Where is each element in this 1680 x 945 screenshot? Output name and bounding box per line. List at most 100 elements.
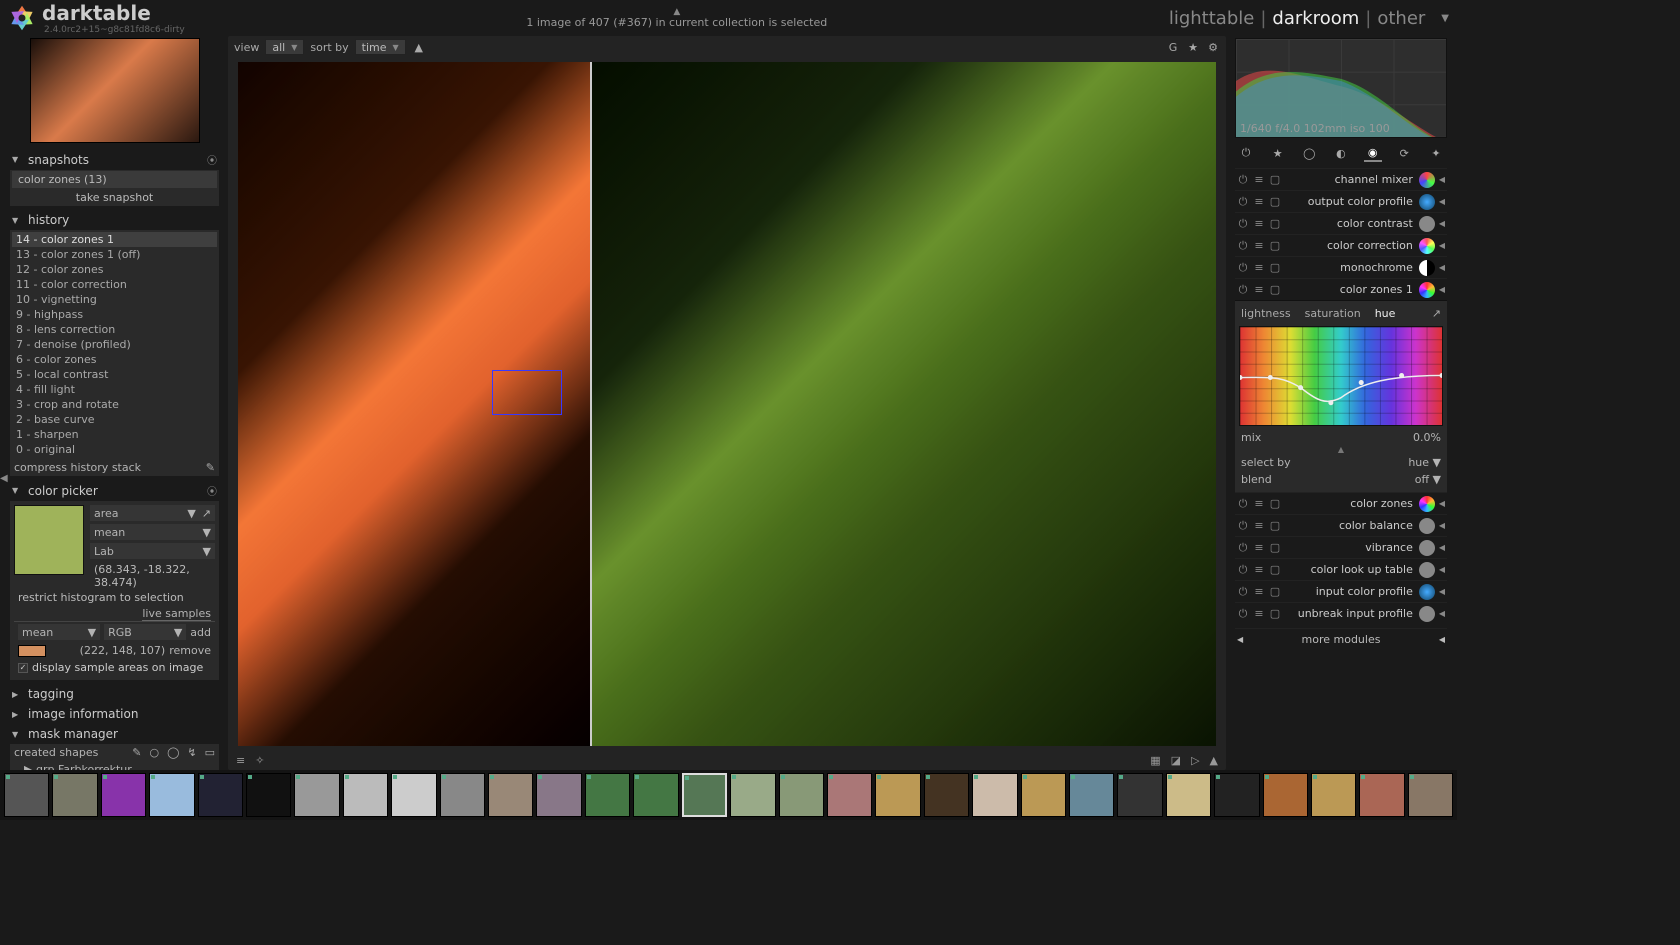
filmstrip-thumb[interactable]: [488, 773, 533, 817]
module-reset-icon[interactable]: ▢: [1269, 542, 1281, 554]
brush-icon[interactable]: ✎: [132, 746, 141, 759]
history-item[interactable]: 10 - vignetting: [12, 292, 217, 307]
module-switch-icon[interactable]: ⏻: [1237, 240, 1249, 252]
module-reset-icon[interactable]: ▢: [1269, 564, 1281, 576]
chevron-left-icon[interactable]: ◀: [1439, 609, 1445, 618]
filmstrip-thumb[interactable]: [1214, 773, 1259, 817]
history-item[interactable]: 12 - color zones: [12, 262, 217, 277]
color-picker-region[interactable]: [492, 370, 562, 415]
history-item[interactable]: 11 - color correction: [12, 277, 217, 292]
filmstrip-thumb[interactable]: [246, 773, 291, 817]
module-switch-icon[interactable]: ⏻: [1237, 174, 1249, 186]
filmstrip-thumb[interactable]: [149, 773, 194, 817]
filmstrip-thumb[interactable]: [924, 773, 969, 817]
module-output-color-profile[interactable]: ⏻≡▢output color profile◀: [1235, 190, 1447, 212]
filmstrip-thumb[interactable]: [972, 773, 1017, 817]
module-channel-mixer[interactable]: ⏻≡▢channel mixer◀: [1235, 168, 1447, 190]
filmstrip-thumb[interactable]: [827, 773, 872, 817]
history-item[interactable]: 14 - color zones 1: [12, 232, 217, 247]
module-group-tone-icon[interactable]: ◐: [1332, 144, 1350, 162]
sort-select[interactable]: time▼: [355, 39, 406, 55]
module-multi-icon[interactable]: ≡: [1253, 520, 1265, 532]
snapshots-header[interactable]: ▼ snapshots ⦿: [10, 149, 219, 170]
filmstrip-thumb[interactable]: [1166, 773, 1211, 817]
chevron-left-icon[interactable]: ◀: [1439, 499, 1445, 508]
module-color-look-up-table[interactable]: ⏻≡▢color look up table◀: [1235, 558, 1447, 580]
quick-access-icon[interactable]: ≡: [236, 754, 245, 767]
history-item[interactable]: 7 - denoise (profiled): [12, 337, 217, 352]
chevron-left-icon[interactable]: ◀: [1439, 285, 1445, 294]
snapshot-divider[interactable]: [590, 62, 592, 746]
take-snapshot-button[interactable]: take snapshot: [10, 189, 219, 206]
history-item[interactable]: 13 - color zones 1 (off): [12, 247, 217, 262]
filmstrip-thumb[interactable]: [1408, 773, 1453, 817]
module-multi-icon[interactable]: ≡: [1253, 542, 1265, 554]
ellipse-icon[interactable]: ◯: [167, 746, 179, 759]
history-item[interactable]: 8 - lens correction: [12, 322, 217, 337]
module-multi-icon[interactable]: ≡: [1253, 284, 1265, 296]
compress-history-button[interactable]: compress history stack: [14, 461, 141, 474]
module-multi-icon[interactable]: ≡: [1253, 608, 1265, 620]
blend-select[interactable]: off ▼: [1415, 473, 1441, 486]
picker-space-select[interactable]: Lab▼: [90, 543, 215, 559]
gear-icon[interactable]: ⚙: [1206, 40, 1220, 54]
module-group-basic-icon[interactable]: ◯: [1300, 144, 1318, 162]
module-reset-icon[interactable]: ▢: [1269, 608, 1281, 620]
color-zones-curve[interactable]: [1239, 326, 1443, 426]
group-icon[interactable]: G: [1166, 40, 1180, 54]
filmstrip-thumb[interactable]: [536, 773, 581, 817]
collapse-left-icon[interactable]: ◀: [0, 473, 8, 484]
reset-icon[interactable]: ⦿: [207, 483, 217, 498]
module-switch-icon[interactable]: ⏻: [1237, 218, 1249, 230]
module-switch-icon[interactable]: ⏻: [1237, 564, 1249, 576]
raw-overexposed-icon[interactable]: ▦: [1150, 754, 1160, 767]
view-select[interactable]: all▼: [265, 39, 304, 55]
filmstrip-thumb[interactable]: [1069, 773, 1114, 817]
more-modules-button[interactable]: more modules: [1302, 633, 1381, 646]
module-expand-icon[interactable]: ◀: [1439, 635, 1445, 644]
module-color-balance[interactable]: ⏻≡▢color balance◀: [1235, 514, 1447, 536]
module-reset-icon[interactable]: ▢: [1269, 586, 1281, 598]
filmstrip-thumb[interactable]: [779, 773, 824, 817]
filmstrip-thumb[interactable]: [585, 773, 630, 817]
module-reset-icon[interactable]: ▢: [1269, 174, 1281, 186]
chevron-left-icon[interactable]: ◀: [1439, 543, 1445, 552]
filmstrip-thumb[interactable]: [730, 773, 775, 817]
history-item[interactable]: 5 - local contrast: [12, 367, 217, 382]
module-reset-icon[interactable]: ▢: [1269, 262, 1281, 274]
chevron-left-icon[interactable]: ◀: [1439, 219, 1445, 228]
module-group-active-icon[interactable]: ⏻: [1237, 144, 1255, 162]
module-multi-icon[interactable]: ≡: [1253, 196, 1265, 208]
module-switch-icon[interactable]: ⏻: [1237, 586, 1249, 598]
nav-other[interactable]: other: [1377, 8, 1425, 29]
star-icon[interactable]: ★: [1186, 40, 1200, 54]
module-color-zones[interactable]: ⏻≡▢color zones◀: [1235, 492, 1447, 514]
reset-icon[interactable]: ⦿: [207, 152, 217, 167]
chevron-left-icon[interactable]: ◀: [1439, 241, 1445, 250]
filmstrip-thumb[interactable]: [1311, 773, 1356, 817]
filmstrip-thumb[interactable]: [1021, 773, 1066, 817]
remove-sample-button[interactable]: remove: [169, 644, 211, 657]
gamut-check-icon[interactable]: ▲: [1210, 754, 1218, 767]
gradient-icon[interactable]: ▭: [205, 746, 215, 759]
mask-manager-header[interactable]: ▼ mask manager: [10, 724, 219, 744]
module-reset-icon[interactable]: ▢: [1269, 196, 1281, 208]
filmstrip-thumb[interactable]: [633, 773, 678, 817]
module-monochrome[interactable]: ⏻≡▢monochrome◀: [1235, 256, 1447, 278]
module-reset-icon[interactable]: ▢: [1269, 498, 1281, 510]
filmstrip-thumb[interactable]: [875, 773, 920, 817]
module-switch-icon[interactable]: ⏻: [1237, 520, 1249, 532]
tagging-header[interactable]: ▶ tagging: [10, 684, 219, 704]
circle-icon[interactable]: ○: [149, 746, 159, 759]
module-switch-icon[interactable]: ⏻: [1237, 284, 1249, 296]
chevron-left-icon[interactable]: ◀: [1439, 263, 1445, 272]
history-item[interactable]: 4 - fill light: [12, 382, 217, 397]
eyedropper-icon[interactable]: ↗: [1432, 307, 1441, 320]
filmstrip-thumb[interactable]: [101, 773, 146, 817]
module-switch-icon[interactable]: ⏻: [1237, 196, 1249, 208]
image-canvas[interactable]: [238, 62, 1216, 746]
module-switch-icon[interactable]: ⏻: [1237, 608, 1249, 620]
history-item[interactable]: 3 - crop and rotate: [12, 397, 217, 412]
module-reset-icon[interactable]: ▢: [1269, 218, 1281, 230]
mask-group[interactable]: ▶ grp Farbkorrektur: [10, 761, 219, 770]
